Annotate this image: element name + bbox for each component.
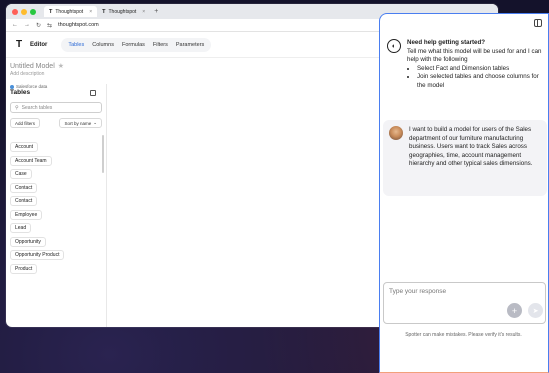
tables-panel: Salesforce data Tables ⚲ Search tables A… <box>6 84 107 327</box>
bot-heading: Need help getting started? <box>407 39 486 46</box>
model-name[interactable]: Untitled Model <box>10 63 55 70</box>
chevron-down-icon: ⌄ <box>93 120 97 125</box>
add-button[interactable]: + <box>507 303 522 318</box>
search-placeholder: Search tables <box>21 104 53 111</box>
tab-label: Thoughtspot <box>108 8 137 15</box>
send-icon: ➤ <box>532 307 539 315</box>
thoughtspot-logo-icon: T <box>102 8 106 15</box>
sort-dropdown[interactable]: Sort by name ⌄ <box>59 118 102 128</box>
disclaimer: Spotter can make mistakes. Please verify… <box>405 332 522 338</box>
scrollbar[interactable] <box>102 135 104 173</box>
tab-columns[interactable]: Columns <box>88 38 118 52</box>
table-list: Account Account Team Case Contact Contac… <box>10 135 104 274</box>
tab-tables[interactable]: Tables <box>64 38 88 52</box>
browser-tab[interactable]: T Thoughtspot × <box>44 6 98 17</box>
editor-title: Editor <box>30 41 48 48</box>
minimize-window-button[interactable] <box>21 8 27 15</box>
search-tables-input[interactable]: ⚲ Search tables <box>10 102 102 113</box>
spotter-avatar: ◐ <box>387 39 401 53</box>
forward-icon[interactable]: → <box>24 22 30 28</box>
panel-title-row: Tables <box>10 89 102 96</box>
url-field[interactable]: thoughtspot.com <box>58 22 99 28</box>
close-tab-icon[interactable]: × <box>89 9 92 15</box>
search-icon: ⚲ <box>15 104 19 111</box>
add-filters-label: Add filters <box>15 120 36 126</box>
site-info-icon[interactable]: ⇆ <box>47 22 52 29</box>
send-button[interactable]: ➤ <box>528 303 543 318</box>
list-item: Select Fact and Dimension tables <box>417 65 545 74</box>
new-tab-icon[interactable]: + <box>154 8 158 15</box>
filter-row: Add filters Sort by name ⌄ <box>10 118 102 128</box>
star-icon[interactable]: ★ <box>58 62 64 70</box>
tab-formulas[interactable]: Formulas <box>118 38 149 52</box>
user-message: I want to build a model for users of the… <box>383 120 547 196</box>
list-item[interactable]: Product <box>10 263 38 274</box>
tab-filters[interactable]: Filters <box>149 38 172 52</box>
sidebar-toggle-icon[interactable] <box>534 19 542 27</box>
plus-icon: + <box>511 305 518 316</box>
window-controls <box>12 8 36 15</box>
close-window-button[interactable] <box>12 8 18 15</box>
close-tab-icon[interactable]: × <box>142 9 145 15</box>
response-input[interactable] <box>389 288 539 295</box>
list-item: Join selected tables and choose columns … <box>417 73 545 90</box>
add-filters-button[interactable]: Add filters <box>10 118 41 128</box>
thoughtspot-logo-icon: T <box>15 39 23 50</box>
sort-label: Sort by name <box>64 120 92 126</box>
tab-label: Thoughtspot <box>55 8 84 15</box>
panel-title: Tables <box>10 89 31 96</box>
thoughtspot-logo-icon: T <box>49 8 53 15</box>
reload-icon[interactable]: ↻ <box>36 22 41 29</box>
user-message-text: I want to build a model for users of the… <box>409 126 533 167</box>
salesforce-icon <box>10 84 14 89</box>
chat-input-box: + ➤ <box>383 282 546 324</box>
editor-nav: Tables Columns Formulas Filters Paramete… <box>61 37 212 52</box>
bot-bullets: Select Fact and Dimension tables Join se… <box>415 65 545 91</box>
collapse-panel-icon[interactable] <box>90 89 96 96</box>
bot-message-text: Need help getting started? Tell me what … <box>407 39 545 90</box>
spotter-chat-panel: ◐ Need help getting started? Tell me wha… <box>379 13 549 373</box>
bot-message: ◐ Need help getting started? Tell me wha… <box>387 39 545 90</box>
avatar <box>389 126 403 140</box>
bot-intro: Tell me what this model will be used for… <box>407 47 542 64</box>
maximize-window-button[interactable] <box>30 8 36 15</box>
back-icon[interactable]: ← <box>12 22 18 28</box>
browser-tab[interactable]: T Thoughtspot × <box>97 6 150 17</box>
tab-parameters[interactable]: Parameters <box>172 38 208 52</box>
